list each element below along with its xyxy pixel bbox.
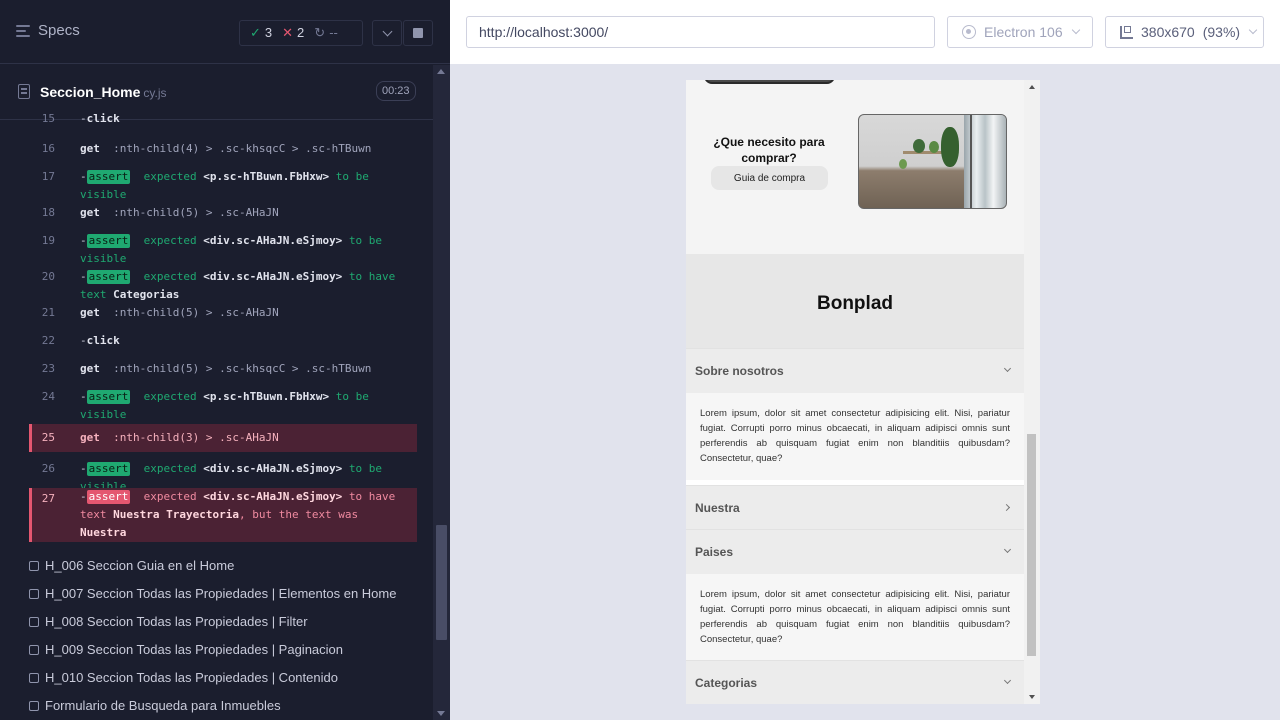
electron-icon	[962, 25, 976, 39]
stop-button[interactable]	[403, 20, 433, 46]
chevron-down-icon	[1248, 25, 1258, 35]
test-item[interactable]: H_010 Seccion Todas las Propiedades | Co…	[29, 670, 338, 685]
command-row-error[interactable]: 27 - assert expected <div.sc-AHaJN.eSjmoy…	[29, 488, 417, 542]
scroll-down-icon[interactable]	[1029, 695, 1035, 699]
scrollbar-thumb[interactable]	[1027, 434, 1036, 656]
command-row[interactable]: 23 get :nth-child(5) > .sc-khsqcC > .sc-…	[29, 360, 417, 378]
command-row[interactable]: 19 - assert expected <div.sc-AHaJN.eSjmoy…	[29, 232, 417, 268]
checkbox-icon	[29, 644, 39, 655]
document-icon	[18, 84, 30, 99]
scroll-down-icon[interactable]	[437, 711, 445, 716]
chevron-down-icon	[382, 26, 392, 36]
app-viewport: ¿Que necesito para comprar? Guia de comp…	[686, 80, 1040, 704]
command-row[interactable]: 20 - assert expected <div.sc-AHaJN.eSjmoy…	[29, 268, 417, 304]
spinner-icon: ↻	[314, 25, 326, 40]
aut-header: Electron 106 380x670 (93%)	[450, 0, 1280, 64]
test-item[interactable]: H_008 Seccion Todas las Propiedades | Fi…	[29, 614, 308, 629]
guide-title: ¿Que necesito para comprar?	[713, 135, 825, 165]
accordion-header[interactable]: Categorias	[695, 661, 757, 704]
chevron-down-icon	[1003, 364, 1012, 373]
menu-icon	[16, 24, 30, 37]
room-photo	[858, 114, 1007, 209]
toggle-auto-scroll-button[interactable]	[372, 20, 402, 46]
viewport-selector[interactable]: 380x670 (93%)	[1105, 16, 1264, 48]
checkbox-icon	[29, 616, 39, 627]
command-row[interactable]: 15 -click	[29, 110, 417, 128]
command-row[interactable]: 22 -click	[29, 332, 417, 350]
spec-duration: 00:23	[376, 81, 416, 101]
accordion-header[interactable]: Nuestra	[695, 486, 740, 530]
checkbox-icon	[29, 588, 39, 599]
brand-title: Bonplad	[817, 293, 893, 314]
app-content: ¿Que necesito para comprar? Guia de comp…	[686, 80, 1024, 704]
command-row[interactable]: 18 get :nth-child(5) > .sc-AHaJN	[29, 204, 417, 222]
failed-count: ✕ 2	[282, 25, 305, 40]
browser-selector[interactable]: Electron 106	[947, 16, 1093, 48]
command-row-failed[interactable]: 25 get :nth-child(3) > .sc-AHaJN	[29, 424, 417, 452]
test-item[interactable]: H_006 Seccion Guia en el Home	[29, 558, 234, 573]
pending-count: ↻ --	[314, 25, 338, 40]
reporter-panel: Specs ✓ 3 ✕ 2 ↻ -- Seccion_Home cy.js 00:23 …	[0, 0, 450, 720]
scroll-up-icon[interactable]	[437, 69, 445, 74]
specs-label: Specs	[38, 22, 80, 39]
guide-section: ¿Que necesito para comprar? Guia de comp…	[686, 80, 1024, 254]
checkbox-icon	[29, 700, 39, 711]
spec-file-name[interactable]: Seccion_Home cy.js	[40, 84, 166, 100]
accordion-header[interactable]: Sobre nosotros	[695, 349, 784, 393]
test-item[interactable]: Formulario de Busqueda para Inmuebles	[29, 698, 281, 713]
chevron-down-icon	[1071, 25, 1080, 35]
checkbox-icon	[29, 560, 39, 571]
command-row[interactable]: 21 get :nth-child(5) > .sc-AHaJN	[29, 304, 417, 322]
specs-toggle-button[interactable]: Specs	[16, 22, 80, 39]
url-field[interactable]	[466, 16, 935, 48]
ruler-icon	[1120, 25, 1133, 39]
aut-panel: Electron 106 380x670 (93%) ¿Que necesito…	[450, 0, 1280, 720]
chevron-down-icon	[1003, 676, 1012, 685]
scroll-up-icon[interactable]	[1029, 85, 1035, 89]
accordion-paises: Paises Lorem ipsum, dolor sit amet conse…	[686, 529, 1024, 661]
scrollbar-thumb[interactable]	[436, 525, 447, 640]
command-row[interactable]: 16 get :nth-child(4) > .sc-khsqcC > .sc-…	[29, 140, 417, 158]
test-item[interactable]: H_009 Seccion Todas las Propiedades | Pa…	[29, 642, 343, 657]
test-item[interactable]: H_007 Seccion Todas las Propiedades | El…	[29, 586, 396, 601]
test-stats: ✓ 3 ✕ 2 ↻ --	[239, 20, 363, 46]
guide-button[interactable]: Guia de compra	[711, 166, 828, 190]
previous-image	[704, 80, 835, 84]
checkbox-icon	[29, 672, 39, 683]
x-icon: ✕	[282, 25, 294, 40]
accordion-categorias: Categorias	[686, 660, 1024, 704]
chevron-down-icon	[1003, 545, 1012, 554]
command-row[interactable]: 24 - assert expected <p.sc-hTBuwn.FbHxw> …	[29, 388, 417, 424]
accordion-header[interactable]: Paises	[695, 530, 733, 574]
accordion-nuestra: Nuestra	[686, 485, 1024, 529]
command-log: 15 -click 16 get :nth-child(4) > .sc-khs…	[29, 110, 417, 544]
reporter-scrollbar[interactable]	[433, 65, 450, 720]
accordion-body: Lorem ipsum, dolor sit amet consectetur …	[686, 393, 1024, 480]
brand-section: Bonplad	[686, 254, 1024, 348]
stop-icon	[413, 28, 423, 38]
command-row[interactable]: 17 - assert expected <p.sc-hTBuwn.FbHxw> …	[29, 168, 417, 204]
check-icon: ✓	[250, 25, 261, 40]
accordion-sobre-nosotros: Sobre nosotros Lorem ipsum, dolor sit am…	[686, 348, 1024, 480]
accordion-body: Lorem ipsum, dolor sit amet consectetur …	[686, 574, 1024, 661]
app-scrollbar[interactable]	[1024, 80, 1040, 704]
reporter-toolbar: Specs ✓ 3 ✕ 2 ↻ --	[0, 0, 450, 64]
chevron-right-icon	[1002, 503, 1011, 512]
passed-count: ✓ 3	[250, 25, 273, 40]
